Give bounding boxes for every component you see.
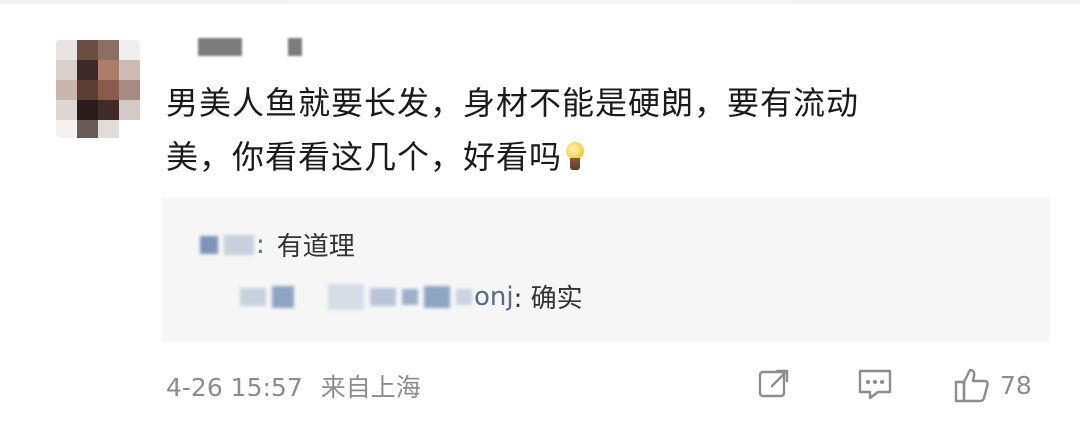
reply-text: 有道理 <box>276 232 355 262</box>
comment-button[interactable] <box>856 366 894 402</box>
comment-text: 男美人鱼就要长发，身材不能是硬朗，要有流动 美，你看看这几个，好看吗 <box>166 76 1026 184</box>
reply-username-blurred[interactable] <box>200 234 254 255</box>
like-button[interactable]: 78 <box>952 366 1032 404</box>
reply-username-blurred[interactable] <box>240 283 472 310</box>
divider <box>0 0 1080 4</box>
comment-icon <box>858 369 892 400</box>
share-icon <box>758 369 789 398</box>
replies-panel[interactable]: : 有道理 onj : 确实 <box>162 198 1050 342</box>
reply-item[interactable]: onj : 确实 <box>240 278 583 315</box>
reply-text: : 确实 <box>513 284 583 314</box>
username-blurred[interactable] <box>198 38 302 58</box>
reply-username-tail[interactable]: : <box>256 230 265 260</box>
light-bulb-icon <box>564 142 586 172</box>
comment-line-1: 男美人鱼就要长发，身材不能是硬朗，要有流动 <box>166 84 860 122</box>
comment-line-2-text: 美，你看看这几个，好看吗 <box>166 138 563 176</box>
reply-item[interactable]: : 有道理 <box>200 226 355 263</box>
thumbs-up-icon <box>954 368 989 403</box>
reply-text-content: 确实 <box>530 284 583 314</box>
comment-line-2: 美，你看看这几个，好看吗 <box>166 130 1026 184</box>
share-button[interactable] <box>756 366 792 402</box>
avatar[interactable] <box>56 40 140 138</box>
reply-username-tail[interactable]: onj <box>474 282 514 312</box>
comment-card: 男美人鱼就要长发，身材不能是硬朗，要有流动 美，你看看这几个，好看吗 : 有道理 <box>0 0 1080 427</box>
comment-date: 4-26 15:57 <box>166 373 303 402</box>
comment-location: 来自上海 <box>320 373 421 402</box>
comment-meta: 4-26 15:57 来自上海 <box>166 368 421 404</box>
comment-footer: 4-26 15:57 来自上海 78 <box>166 366 1056 406</box>
like-count: 78 <box>1000 370 1032 400</box>
